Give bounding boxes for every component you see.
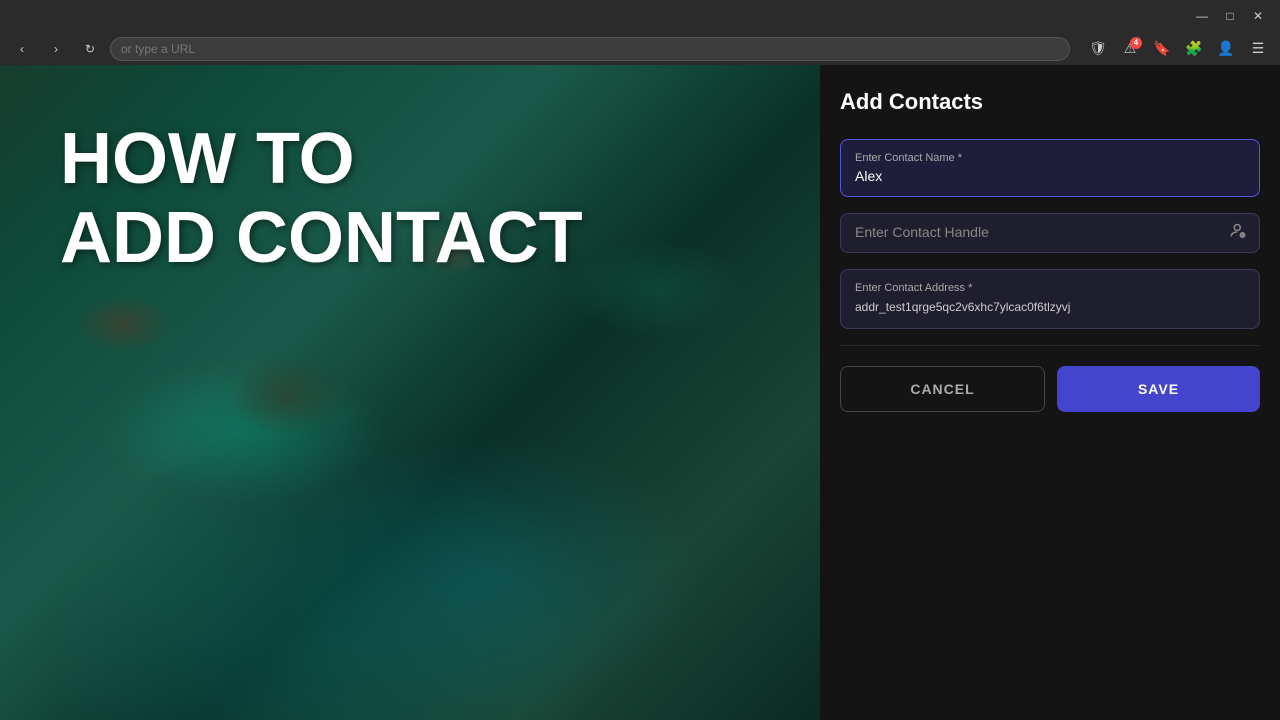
- button-separator: [840, 345, 1260, 346]
- contact-handle-icon[interactable]: [1229, 222, 1247, 245]
- panel-content: Add Contacts Enter Contact Name * Alex E…: [820, 65, 1280, 720]
- contact-address-label: Enter Contact Address *: [855, 282, 1245, 294]
- contact-handle-field[interactable]: Enter Contact Handle: [840, 213, 1260, 253]
- save-button[interactable]: SAVE: [1057, 366, 1260, 412]
- nav-forward-button[interactable]: ›: [42, 35, 70, 63]
- contact-name-label: Enter Contact Name *: [855, 152, 1245, 164]
- bookmark-icon[interactable]: 🔖: [1148, 35, 1176, 63]
- cancel-button[interactable]: CANCEL: [840, 366, 1045, 412]
- background-text: HOW TO ADD CONTACT: [60, 120, 583, 278]
- button-row: CANCEL SAVE: [840, 366, 1260, 420]
- refresh-button[interactable]: ↻: [76, 35, 104, 63]
- toolbar: ‹ › ↻ or type a URL 🛡 ⚠ 4 🔖 🧩 👤 ☰: [0, 32, 1280, 65]
- shield-icon[interactable]: 🛡: [1084, 35, 1112, 63]
- background-image: [0, 0, 820, 720]
- close-button[interactable]: ✕: [1244, 2, 1272, 30]
- address-text: or type a URL: [121, 42, 195, 56]
- maximize-button[interactable]: □: [1216, 2, 1244, 30]
- titlebar: — □ ✕: [0, 0, 1280, 32]
- contact-name-value: Alex: [855, 168, 882, 184]
- alert-icon[interactable]: ⚠ 4: [1116, 35, 1144, 63]
- menu-icon[interactable]: ☰: [1244, 35, 1272, 63]
- contact-name-field[interactable]: Enter Contact Name * Alex: [840, 139, 1260, 197]
- contact-address-value: addr_test1qrge5qc2v6xhc7ylcac0f6tlzyvj: [855, 300, 1070, 314]
- panel-title: Add Contacts: [840, 89, 1260, 115]
- browser-chrome: — □ ✕ ‹ › ↻ or type a URL 🛡 ⚠ 4 🔖 🧩 👤 ☰: [0, 0, 1280, 65]
- minimize-button[interactable]: —: [1188, 2, 1216, 30]
- nav-back-button[interactable]: ‹: [8, 35, 36, 63]
- contact-handle-group: Enter Contact Handle: [840, 213, 1260, 253]
- contact-name-group: Enter Contact Name * Alex: [840, 139, 1260, 197]
- right-panel: ‹ Preprod ? Add Contacts Enter Contact N…: [820, 0, 1280, 720]
- contact-address-group: Enter Contact Address * addr_test1qrge5q…: [840, 269, 1260, 329]
- address-bar[interactable]: or type a URL: [110, 37, 1070, 61]
- contact-address-field[interactable]: Enter Contact Address * addr_test1qrge5q…: [840, 269, 1260, 329]
- contact-handle-placeholder: Enter Contact Handle: [855, 224, 989, 240]
- puzzle-icon[interactable]: 🧩: [1180, 35, 1208, 63]
- alert-badge: 4: [1130, 37, 1142, 49]
- toolbar-icons: 🛡 ⚠ 4 🔖 🧩 👤 ☰: [1084, 35, 1272, 63]
- account-icon[interactable]: 👤: [1212, 35, 1240, 63]
